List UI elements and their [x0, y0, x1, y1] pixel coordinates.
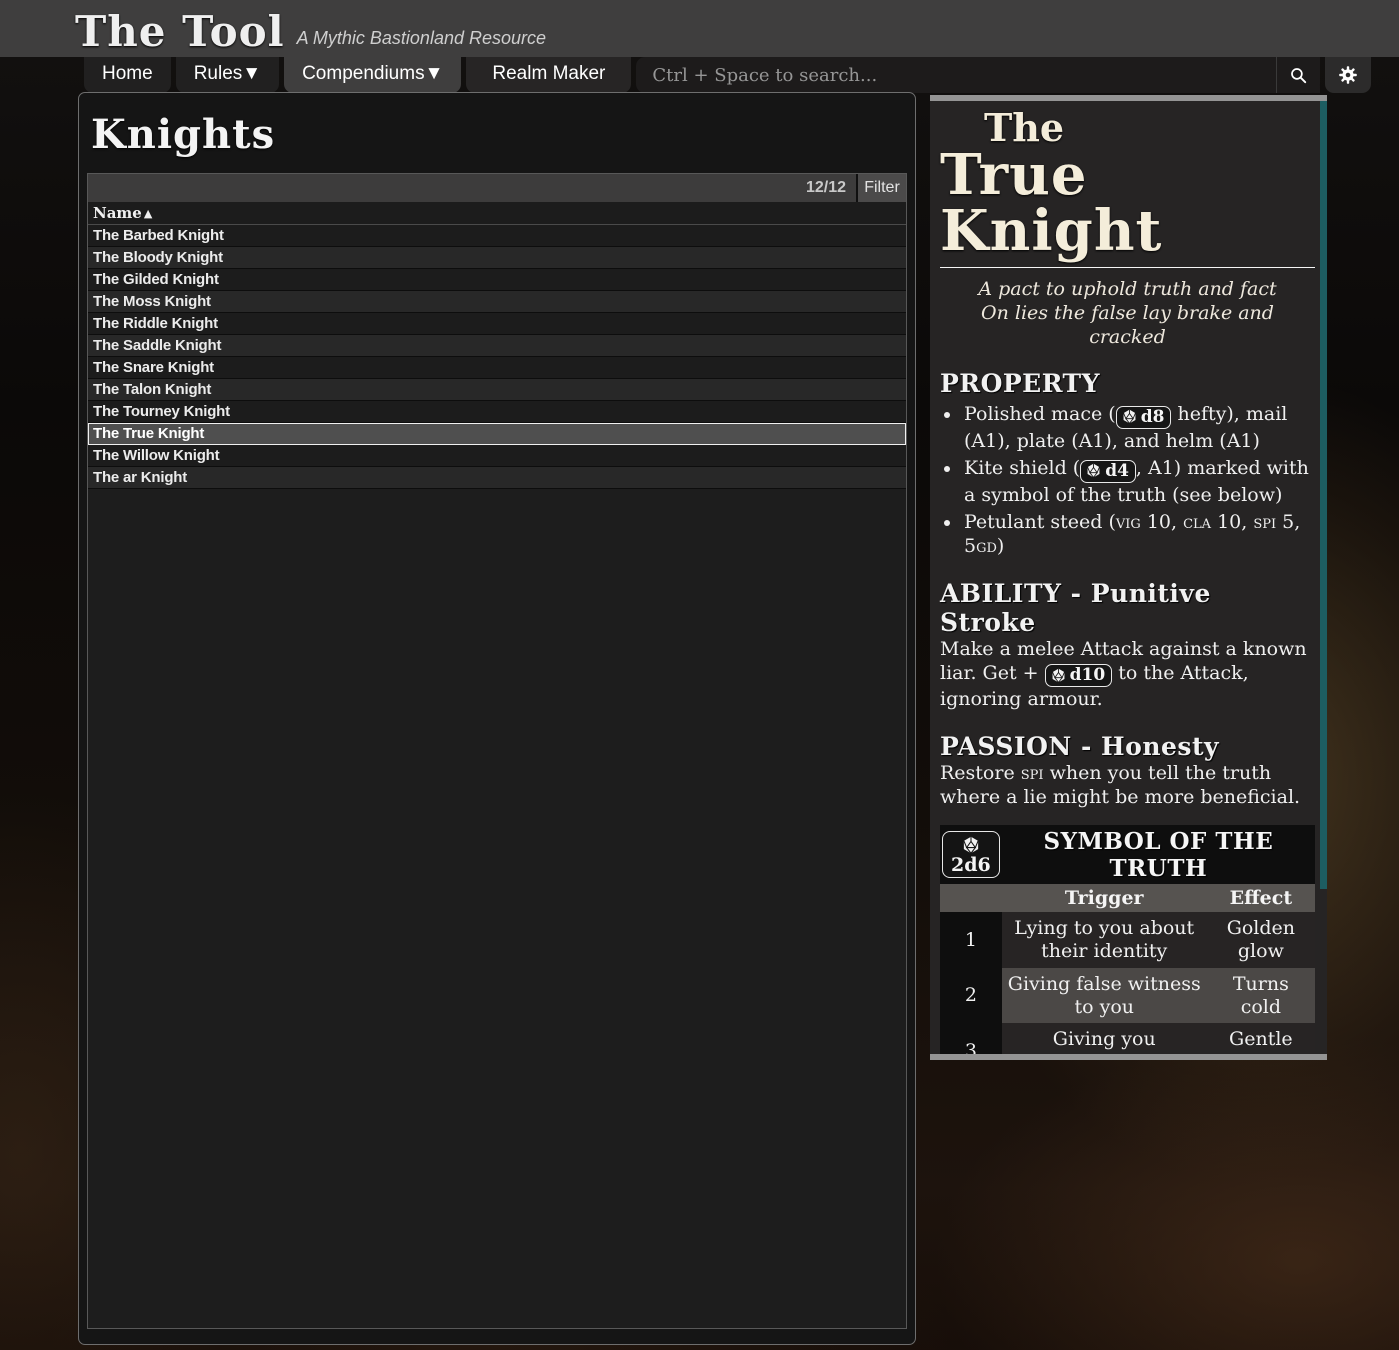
passion-heading: PASSION - Honesty — [940, 731, 1220, 761]
table-row[interactable]: The Willow Knight — [88, 445, 906, 467]
table-row[interactable]: The Bloody Knight — [88, 247, 906, 269]
table-row-selected[interactable]: The True Knight — [88, 423, 906, 445]
gear-icon — [1339, 66, 1358, 84]
die-chip-d8: d8 — [1115, 405, 1172, 429]
knights-rows: The Barbed Knight The Bloody Knight The … — [88, 225, 906, 489]
table-row[interactable]: The Talon Knight — [88, 379, 906, 401]
d20-icon — [1051, 668, 1065, 683]
settings-button[interactable] — [1325, 57, 1372, 93]
d20-icon — [963, 836, 979, 855]
knights-table: 12/12 Filter Name ▲ The Barbed Knight The… — [87, 173, 907, 1329]
column-header-trigger: Trigger — [1001, 884, 1207, 913]
tab-compendiums[interactable]: Compendiums▼ — [284, 57, 462, 93]
die-chip-d4: d4 — [1080, 459, 1136, 483]
knight-detail-content: The True Knight A pact to uphold truth a… — [930, 95, 1327, 1060]
search-bar — [636, 57, 1321, 93]
symbol-row: 1 Lying to you about their identity Gold… — [940, 912, 1315, 968]
ability-heading: ABILITY - Punitive Stroke — [940, 578, 1211, 637]
column-header-name[interactable]: Name ▲ — [88, 202, 906, 225]
tab-rules[interactable]: Rules▼ — [175, 57, 280, 93]
search-icon — [1291, 67, 1307, 83]
property-item: Kite shield (d4, A1) marked with a symbo… — [962, 456, 1315, 507]
table-row[interactable]: The Tourney Knight — [88, 401, 906, 423]
tab-home[interactable]: Home — [84, 57, 171, 93]
table-row[interactable]: The Snare Knight — [88, 357, 906, 379]
table-row[interactable]: The Moss Knight — [88, 291, 906, 313]
symbol-of-the-truth-table: 2d6 SYMBOL OF THE TRUTH Trigger Effect 1… — [940, 825, 1315, 1060]
app-logo: The Tool — [75, 7, 285, 56]
property-item: Petulant steed (vig 10, cla 10, spi 5, 5… — [962, 510, 1315, 559]
filter-bar: 12/12 Filter — [88, 174, 906, 202]
table-row[interactable]: The Barbed Knight — [88, 225, 906, 247]
filter-button[interactable]: Filter — [858, 174, 906, 202]
top-bar: The Tool A Mythic Bastionland Resource — [0, 0, 1399, 57]
detail-title: The True Knight — [940, 105, 1163, 264]
row-count-bar: 12/12 — [88, 174, 856, 202]
symbol-row: 2 Giving false witness to you Turns cold — [940, 967, 1315, 1024]
detail-subtitle: A pact to uphold truth and fact On lies … — [978, 278, 1277, 348]
column-header-effect: Effect — [1206, 884, 1315, 913]
main-nav: Home Rules▼ Compendiums▼ Realm Maker — [84, 57, 1372, 93]
search-input[interactable] — [636, 57, 1277, 93]
table-row[interactable]: The Saddle Knight — [88, 335, 906, 357]
knight-detail-panel: The True Knight A pact to uphold truth a… — [930, 95, 1327, 1060]
dice-chip-2d6: 2d6 — [942, 831, 1000, 879]
page-title: Knights — [91, 111, 276, 158]
title-divider — [940, 267, 1315, 268]
tab-realm-maker[interactable]: Realm Maker — [466, 57, 632, 93]
dice-roll-cell: 2d6 — [940, 825, 1002, 885]
ability-text: Make a melee Attack against a known liar… — [940, 637, 1307, 711]
table-row[interactable]: The ar Knight — [88, 467, 906, 489]
property-heading: PROPERTY — [940, 369, 1100, 399]
table-title: SYMBOL OF THE TRUTH — [1001, 825, 1315, 885]
row-count: 12/12 — [805, 179, 846, 196]
die-chip-d10: d10 — [1044, 664, 1113, 688]
table-row[interactable]: The Riddle Knight — [88, 313, 906, 335]
property-list: Polished mace (d8 hefty), mail (A1), pla… — [962, 402, 1315, 558]
panel-bottom-bar — [930, 1054, 1327, 1060]
table-row[interactable]: The Gilded Knight — [88, 269, 906, 291]
search-button[interactable] — [1276, 57, 1321, 93]
detail-scrollbar[interactable] — [1320, 101, 1327, 889]
passion-text: Restore spi when you tell the truth wher… — [940, 761, 1301, 808]
sort-ascending-icon: ▲ — [143, 206, 153, 220]
d20-icon — [1122, 409, 1136, 425]
panel-top-bar — [930, 95, 1327, 101]
property-item: Polished mace (d8 hefty), mail (A1), pla… — [962, 402, 1315, 453]
knights-list-panel: Knights 12/12 Filter Name ▲ The Barbed Kn… — [78, 92, 916, 1345]
d20-icon — [1087, 463, 1101, 478]
app-tagline: A Mythic Bastionland Resource — [296, 28, 547, 48]
